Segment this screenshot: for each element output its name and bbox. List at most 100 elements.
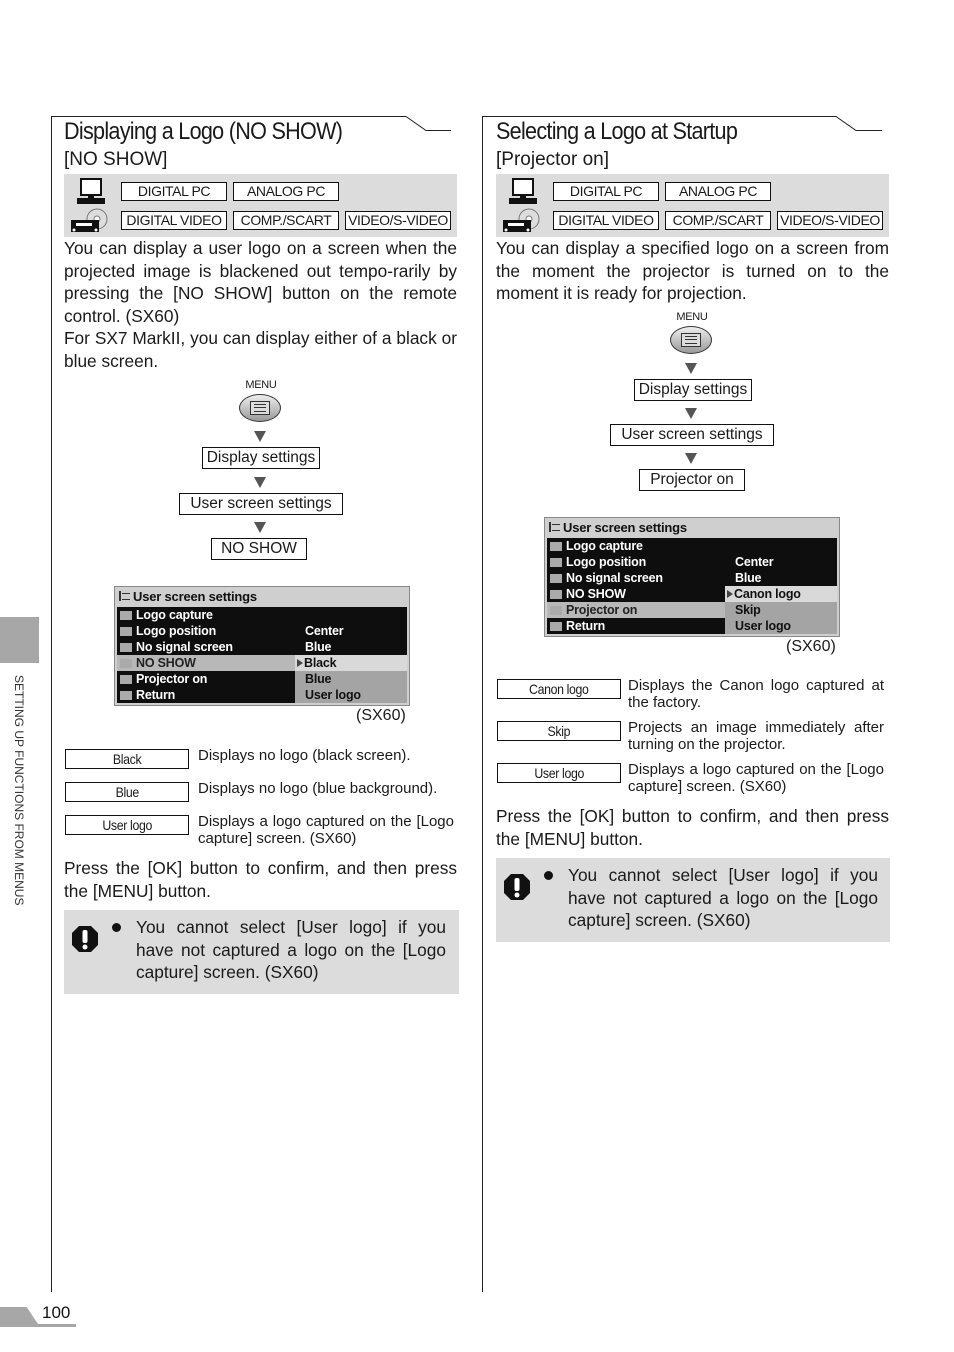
osd-title-text: User screen settings	[133, 589, 257, 604]
option-key-skip: Skip	[497, 721, 621, 741]
option-key-text: Black	[112, 751, 142, 767]
intro-paragraph-2: For SX7 MarkII, you can display either o…	[64, 328, 457, 371]
projector-on-icon	[550, 606, 562, 615]
page-number-underline	[0, 1324, 76, 1327]
chapter-tab	[0, 617, 39, 663]
source-comp-scart: COMP./SCART	[665, 211, 771, 230]
logo-position-icon	[550, 558, 562, 567]
flow-step-user-screen-settings: User screen settings	[179, 493, 343, 515]
logo-position-icon	[120, 627, 132, 636]
caution-icon	[72, 926, 98, 952]
osd-settings-icon	[119, 591, 130, 601]
logo-capture-icon	[120, 611, 132, 620]
osd-screenshot: User screen settings Logo capture Logo p…	[544, 517, 840, 637]
osd-row-label: No signal screen	[566, 571, 663, 585]
source-video-s-video: VIDEO/S-VIDEO	[777, 211, 883, 230]
menu-button-icon	[239, 394, 281, 422]
section-title: Displaying a Logo (NO SHOW)	[64, 118, 343, 145]
osd-screenshot: User screen settings Logo capture Logo p…	[114, 586, 410, 706]
osd-row-label: Projector on	[136, 672, 208, 686]
flow-step-no-show: NO SHOW	[211, 538, 307, 560]
no-show-icon	[550, 590, 562, 599]
caution-text: You cannot select [User logo] if you hav…	[568, 865, 878, 931]
no-show-icon	[120, 659, 132, 668]
selection-pointer-icon	[727, 590, 733, 598]
osd-row-logo-position: Logo position	[547, 554, 725, 570]
osd-row-no-signal-screen: No signal screen	[117, 639, 295, 655]
osd-row-label: NO SHOW	[136, 656, 196, 670]
flow-step-user-screen-settings: User screen settings	[610, 424, 774, 446]
osd-title: User screen settings	[115, 587, 409, 605]
flow-arrow-icon	[685, 363, 697, 374]
option-key-user-logo: User logo	[65, 815, 189, 835]
option-key-text: User logo	[102, 817, 152, 833]
section-no-show: Displaying a Logo (NO SHOW) [NO SHOW] DI…	[51, 116, 459, 1016]
option-desc-user-logo: Displays a logo captured on the [Logo ca…	[198, 813, 454, 847]
option-key-black: Black	[65, 749, 189, 769]
option-key-canon-logo: Canon logo	[497, 679, 621, 699]
osd-row-projector-on: Projector on	[117, 671, 295, 687]
flow-step-projector-on: Projector on	[639, 469, 745, 491]
osd-value-no-signal: Blue	[725, 570, 837, 586]
osd-option: User logo	[725, 618, 837, 634]
osd-row-logo-capture: Logo capture	[547, 538, 837, 554]
osd-option: User logo	[295, 687, 407, 703]
confirm-instructions: Press the [OK] button to confirm, and th…	[64, 858, 457, 901]
section-title: Selecting a Logo at Startup	[496, 118, 738, 145]
caution-text: You cannot select [User logo] if you hav…	[136, 917, 446, 983]
page-number: 100	[42, 1303, 71, 1322]
flow-arrow-icon	[685, 453, 697, 464]
return-icon	[550, 622, 562, 631]
flow-arrow-icon	[254, 431, 266, 442]
osd-row-label: NO SHOW	[566, 587, 626, 601]
no-signal-icon	[120, 643, 132, 652]
source-analog-pc: ANALOG PC	[665, 182, 771, 201]
section-subtitle: [NO SHOW]	[64, 149, 168, 170]
av-device-icon	[503, 208, 540, 232]
computer-icon	[509, 178, 537, 204]
option-key-blue: Blue	[65, 782, 189, 802]
osd-row-logo-capture: Logo capture	[117, 607, 407, 623]
osd-title-text: User screen settings	[563, 520, 687, 535]
option-desc-canon-logo: Displays the Canon logo captured at the …	[628, 677, 884, 711]
projector-on-icon	[120, 675, 132, 684]
input-source-box: DIGITAL PC ANALOG PC DIGITAL VIDEO COMP.…	[64, 174, 457, 237]
caution-box: You cannot select [User logo] if you hav…	[64, 910, 459, 994]
osd-caption: (SX60)	[786, 638, 836, 655]
osd-caption: (SX60)	[356, 707, 406, 724]
flow-step-display-settings: Display settings	[202, 447, 320, 469]
osd-option-text: Canon logo	[734, 587, 801, 601]
confirm-instructions: Press the [OK] button to confirm, and th…	[496, 806, 889, 849]
osd-row-no-show: NO SHOW	[547, 586, 725, 602]
osd-row-label: Projector on	[566, 603, 638, 617]
source-digital-video: DIGITAL VIDEO	[121, 211, 227, 230]
option-key-text: Skip	[547, 723, 571, 739]
osd-row-no-show: NO SHOW	[117, 655, 295, 671]
osd-row-label: Return	[566, 619, 606, 633]
osd-row-label: Logo capture	[566, 539, 643, 553]
logo-capture-icon	[550, 542, 562, 551]
osd-row-logo-position: Logo position	[117, 623, 295, 639]
osd-row-label: Return	[136, 688, 176, 702]
osd-row-label: Logo position	[566, 555, 647, 569]
osd-row-return: Return	[547, 618, 725, 634]
bullet-icon	[544, 871, 553, 880]
page-number-tab	[0, 1307, 38, 1324]
osd-settings-icon	[549, 522, 560, 532]
computer-icon	[77, 178, 105, 204]
option-desc-skip: Projects an image immediately after turn…	[628, 719, 884, 753]
intro-paragraph: You can display a specified logo on a sc…	[496, 238, 889, 304]
selection-pointer-icon	[297, 659, 303, 667]
menu-button-label: MENU	[245, 379, 277, 391]
osd-value-no-signal: Blue	[295, 639, 407, 655]
osd-value-logo-position: Center	[295, 623, 407, 639]
left-column-rule	[51, 116, 52, 1292]
option-key-text: Canon logo	[529, 681, 589, 697]
section-projector-on: Selecting a Logo at Startup [Projector o…	[482, 116, 891, 1016]
right-column-rule	[482, 116, 483, 1292]
source-digital-pc: DIGITAL PC	[553, 182, 659, 201]
option-desc-blue: Displays no logo (blue background).	[198, 780, 438, 797]
osd-value-logo-position: Center	[725, 554, 837, 570]
option-key-user-logo: User logo	[497, 763, 621, 783]
osd-row-return: Return	[117, 687, 295, 703]
